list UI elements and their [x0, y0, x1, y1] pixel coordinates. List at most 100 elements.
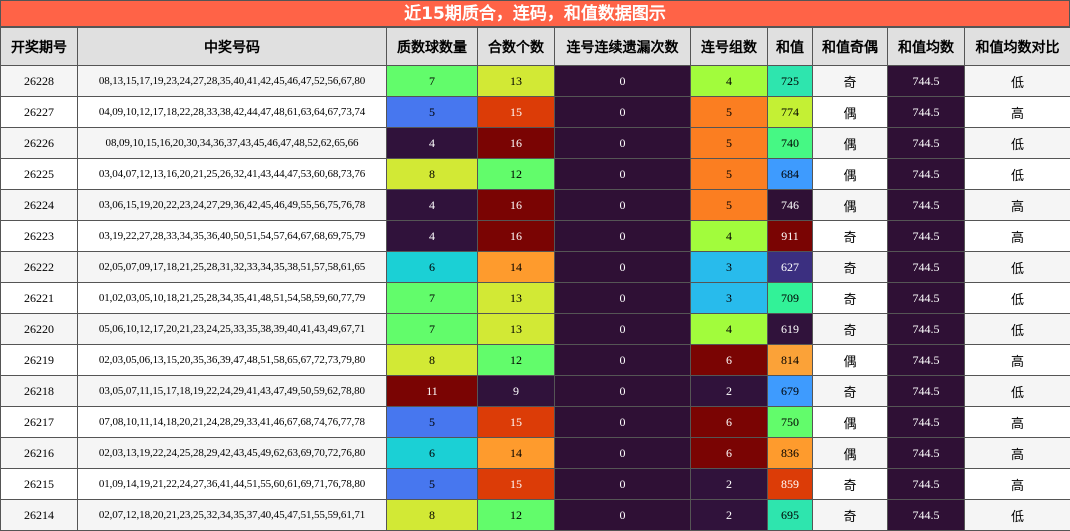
cell-numbers: 07,08,10,11,14,18,20,21,24,28,29,33,41,4… [78, 407, 387, 438]
header-row: 开奖期号 中奖号码 质数球数量 合数个数 连号连续遗漏次数 连号组数 和值 和值… [1, 28, 1070, 66]
cell-consec-miss: 0 [555, 407, 691, 438]
cell-issue: 26219 [1, 345, 78, 376]
cell-primes: 8 [387, 500, 478, 531]
cell-consec-miss: 0 [555, 469, 691, 500]
cell-parity: 奇 [813, 376, 888, 407]
table-body: 2622808,13,15,17,19,23,24,27,28,35,40,41… [1, 66, 1070, 531]
cell-primes: 4 [387, 128, 478, 159]
cell-parity: 偶 [813, 159, 888, 190]
cell-consec-groups: 5 [691, 97, 768, 128]
cell-consec-groups: 4 [691, 66, 768, 97]
cell-consec-groups: 6 [691, 345, 768, 376]
cell-consec-miss: 0 [555, 314, 691, 345]
header-issue[interactable]: 开奖期号 [1, 28, 78, 66]
cell-issue: 26220 [1, 314, 78, 345]
cell-issue: 26223 [1, 221, 78, 252]
cell-consec-miss: 0 [555, 252, 691, 283]
cell-numbers: 03,19,22,27,28,33,34,35,36,40,50,51,54,5… [78, 221, 387, 252]
cell-primes: 11 [387, 376, 478, 407]
header-parity[interactable]: 和值奇偶 [813, 28, 888, 66]
header-compare[interactable]: 和值均数对比 [965, 28, 1070, 66]
cell-sum: 695 [768, 500, 813, 531]
cell-primes: 8 [387, 345, 478, 376]
cell-compare: 低 [965, 500, 1070, 531]
cell-issue: 26215 [1, 469, 78, 500]
cell-parity: 奇 [813, 469, 888, 500]
cell-compare: 高 [965, 345, 1070, 376]
header-primes[interactable]: 质数球数量 [387, 28, 478, 66]
cell-sum: 774 [768, 97, 813, 128]
cell-issue: 26216 [1, 438, 78, 469]
header-consec-groups[interactable]: 连号组数 [691, 28, 768, 66]
cell-consec-miss: 0 [555, 190, 691, 221]
cell-parity: 奇 [813, 283, 888, 314]
cell-primes: 4 [387, 221, 478, 252]
cell-numbers: 03,04,07,12,13,16,20,21,25,26,32,41,43,4… [78, 159, 387, 190]
header-consec-miss[interactable]: 连号连续遗漏次数 [555, 28, 691, 66]
cell-composites: 12 [478, 345, 555, 376]
cell-primes: 7 [387, 283, 478, 314]
header-numbers[interactable]: 中奖号码 [78, 28, 387, 66]
cell-issue: 26222 [1, 252, 78, 283]
cell-compare: 低 [965, 314, 1070, 345]
cell-primes: 8 [387, 159, 478, 190]
cell-composites: 12 [478, 500, 555, 531]
cell-compare: 低 [965, 376, 1070, 407]
table-row: 2622005,06,10,12,17,20,21,23,24,25,33,35… [1, 314, 1070, 345]
cell-sum: 619 [768, 314, 813, 345]
cell-consec-groups: 6 [691, 438, 768, 469]
cell-sum: 859 [768, 469, 813, 500]
cell-composites: 15 [478, 407, 555, 438]
cell-parity: 偶 [813, 128, 888, 159]
cell-parity: 偶 [813, 345, 888, 376]
cell-avg: 744.5 [888, 376, 965, 407]
cell-composites: 16 [478, 128, 555, 159]
table-row: 2621402,07,12,18,20,21,23,25,32,34,35,37… [1, 500, 1070, 531]
cell-primes: 6 [387, 438, 478, 469]
cell-parity: 偶 [813, 190, 888, 221]
cell-issue: 26214 [1, 500, 78, 531]
cell-issue: 26217 [1, 407, 78, 438]
cell-compare: 高 [965, 221, 1070, 252]
table-row: 2622303,19,22,27,28,33,34,35,36,40,50,51… [1, 221, 1070, 252]
cell-composites: 16 [478, 221, 555, 252]
table-row: 2621707,08,10,11,14,18,20,21,24,28,29,33… [1, 407, 1070, 438]
cell-composites: 14 [478, 438, 555, 469]
cell-numbers: 03,05,07,11,15,17,18,19,22,24,29,41,43,4… [78, 376, 387, 407]
cell-consec-groups: 5 [691, 128, 768, 159]
cell-consec-miss: 0 [555, 283, 691, 314]
cell-avg: 744.5 [888, 438, 965, 469]
cell-composites: 15 [478, 97, 555, 128]
cell-issue: 26228 [1, 66, 78, 97]
cell-parity: 奇 [813, 500, 888, 531]
cell-composites: 16 [478, 190, 555, 221]
cell-consec-groups: 2 [691, 500, 768, 531]
cell-composites: 14 [478, 252, 555, 283]
cell-sum: 814 [768, 345, 813, 376]
cell-sum: 750 [768, 407, 813, 438]
cell-composites: 12 [478, 159, 555, 190]
table-row: 2621902,03,05,06,13,15,20,35,36,39,47,48… [1, 345, 1070, 376]
cell-issue: 26226 [1, 128, 78, 159]
cell-avg: 744.5 [888, 469, 965, 500]
cell-parity: 奇 [813, 66, 888, 97]
cell-composites: 15 [478, 469, 555, 500]
cell-numbers: 01,09,14,19,21,22,24,27,36,41,44,51,55,6… [78, 469, 387, 500]
cell-sum: 746 [768, 190, 813, 221]
cell-issue: 26225 [1, 159, 78, 190]
cell-parity: 奇 [813, 252, 888, 283]
header-composites[interactable]: 合数个数 [478, 28, 555, 66]
cell-numbers: 04,09,10,12,17,18,22,28,33,38,42,44,47,4… [78, 97, 387, 128]
cell-compare: 低 [965, 283, 1070, 314]
cell-issue: 26224 [1, 190, 78, 221]
cell-primes: 7 [387, 66, 478, 97]
cell-compare: 低 [965, 159, 1070, 190]
table-row: 2622503,04,07,12,13,16,20,21,25,26,32,41… [1, 159, 1070, 190]
header-avg[interactable]: 和值均数 [888, 28, 965, 66]
header-sum[interactable]: 和值 [768, 28, 813, 66]
cell-avg: 744.5 [888, 66, 965, 97]
cell-avg: 744.5 [888, 314, 965, 345]
page-title: 近15期质合，连码，和值数据图示 [0, 0, 1070, 27]
cell-avg: 744.5 [888, 128, 965, 159]
cell-composites: 13 [478, 283, 555, 314]
